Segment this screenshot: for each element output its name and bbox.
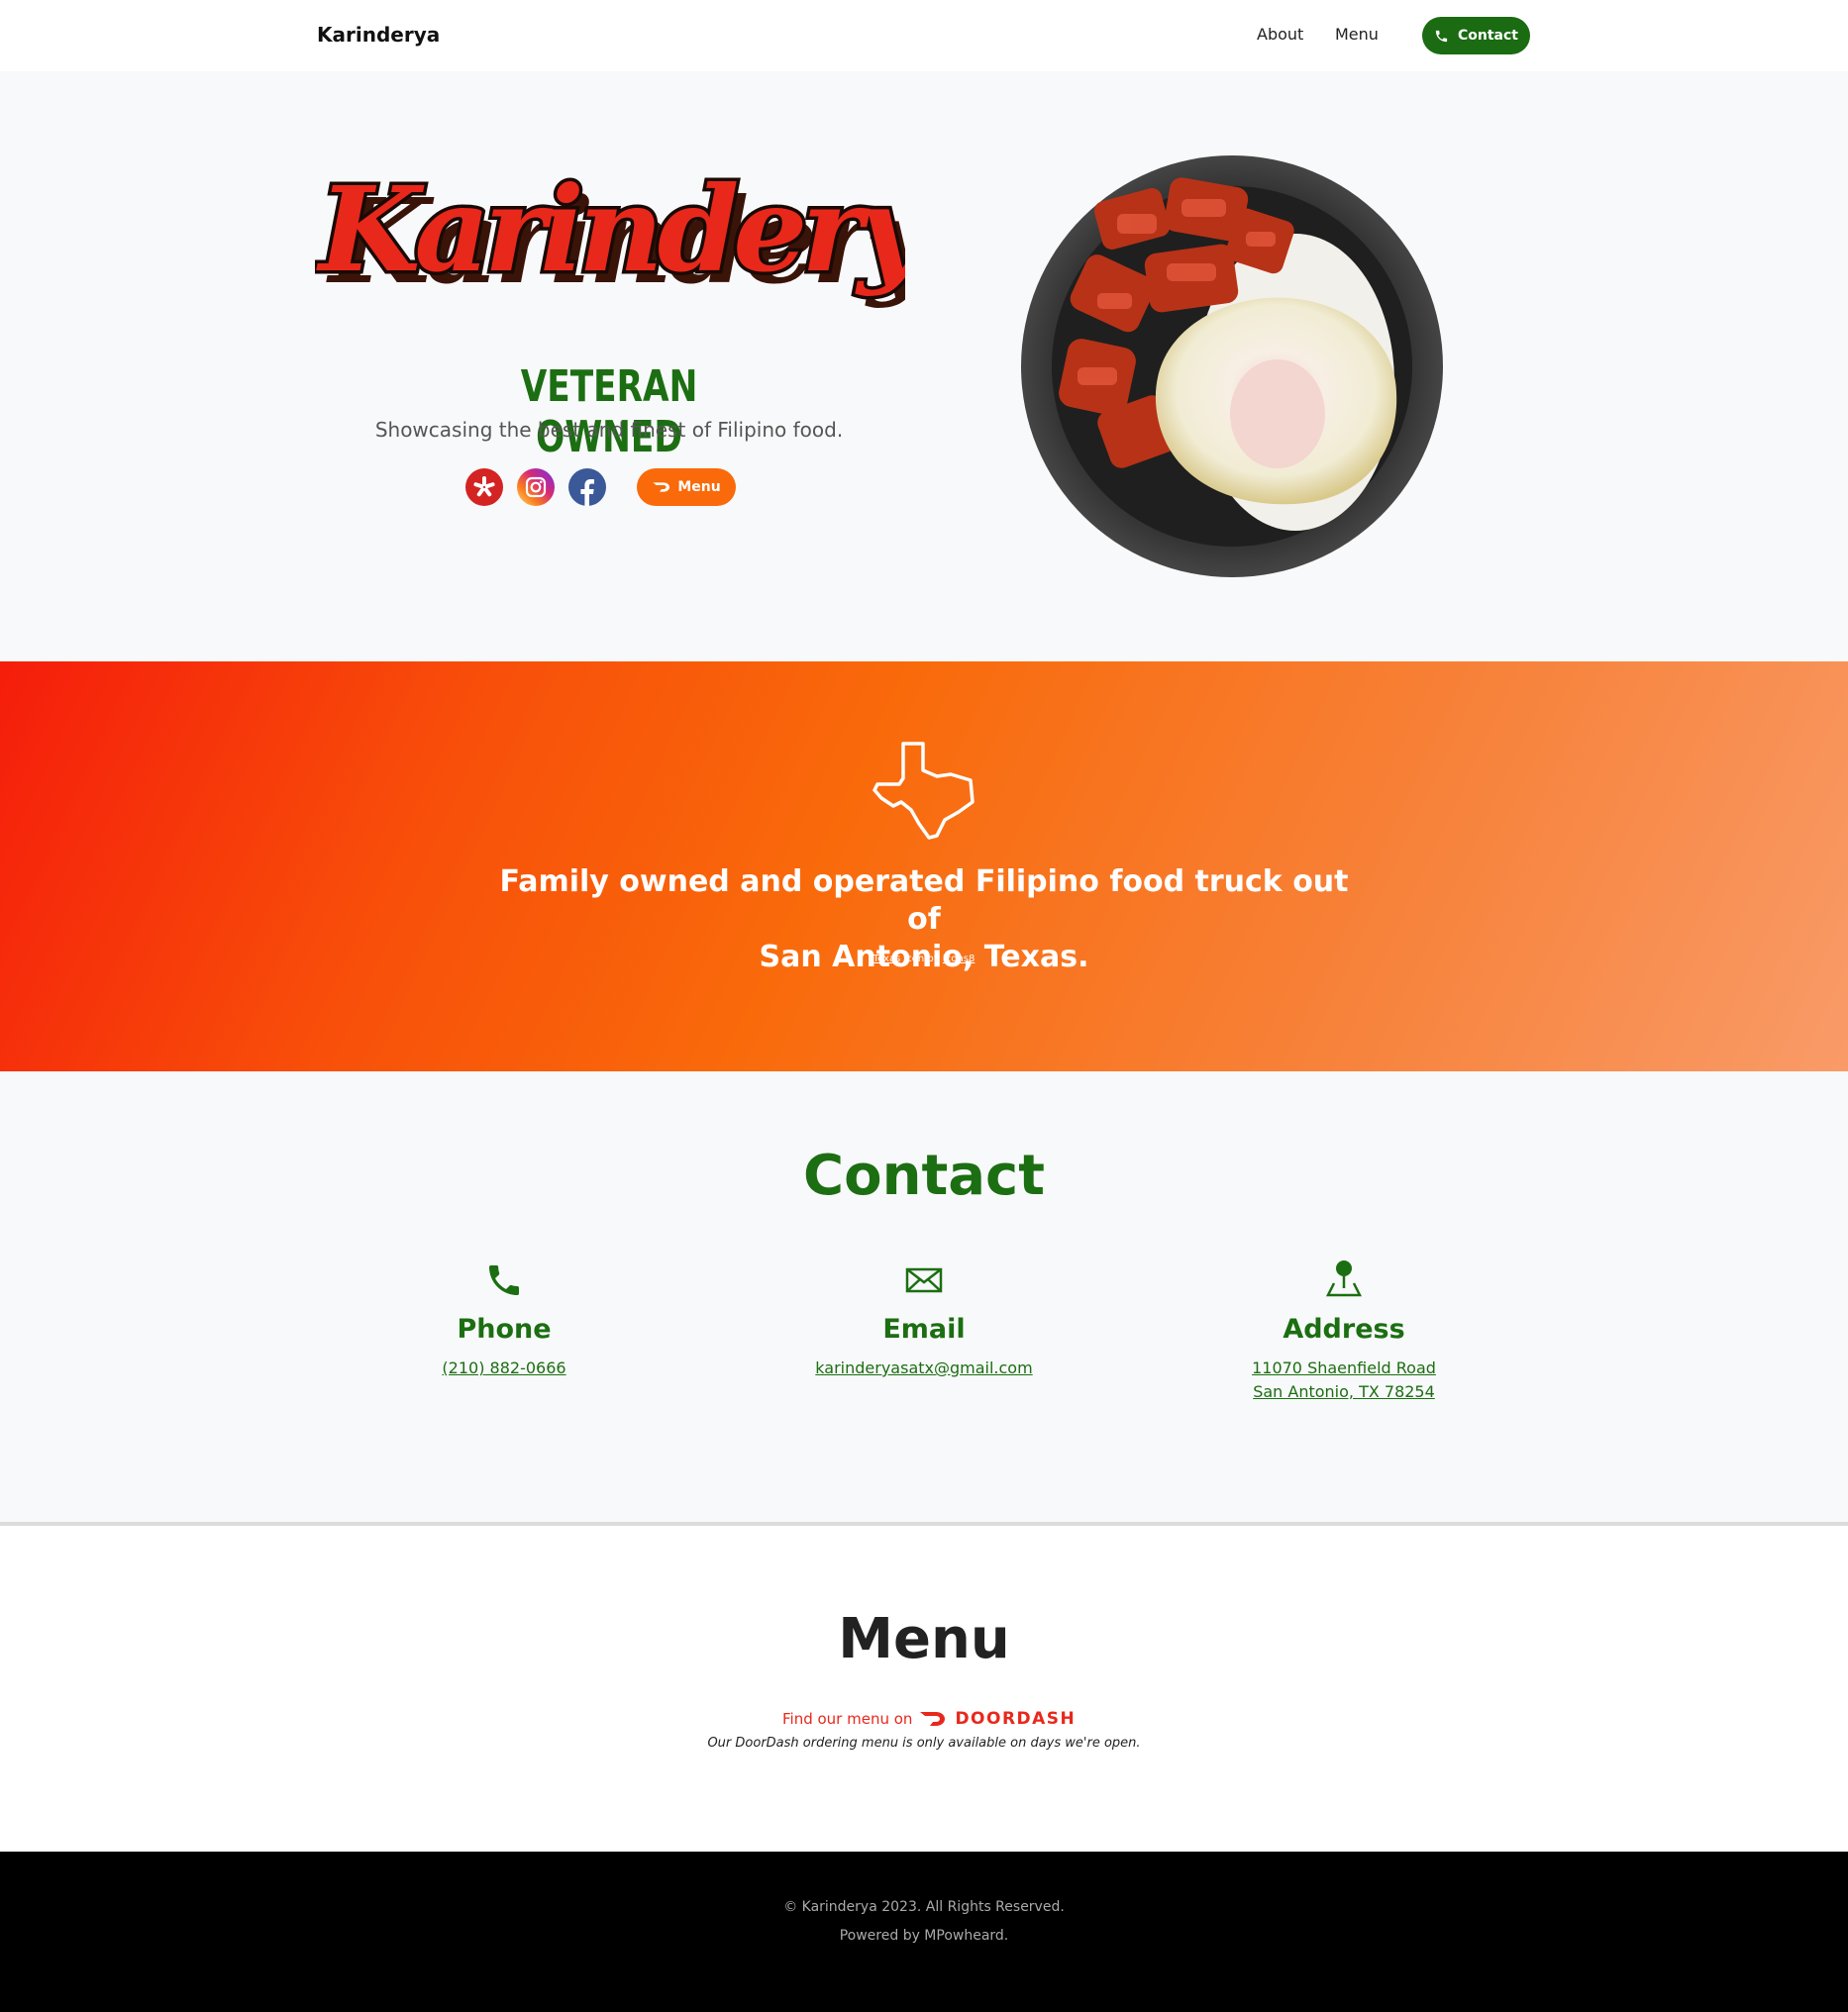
footer-powered-by: Powered by MPowheard. <box>839 1928 1009 1944</box>
hero-section <box>0 71 1848 661</box>
doordash-icon <box>920 1712 946 1726</box>
credit-middle-text: icon by <box>900 954 943 964</box>
food-bowl-image <box>1021 155 1443 577</box>
brand-link[interactable]: Karinderya <box>317 23 440 47</box>
address-link[interactable]: 11070 Shaenfield Road San Antonio, TX 78… <box>1166 1357 1522 1404</box>
facebook-icon[interactable] <box>568 468 606 506</box>
texas-icon <box>873 742 975 840</box>
hero-menu-button[interactable]: Menu <box>637 468 736 506</box>
menu-section <box>0 1526 1848 1852</box>
navbar: Karinderya About Menu Contact <box>0 0 1848 71</box>
envelope-icon <box>905 1267 943 1293</box>
doordash-menu-link[interactable]: Find our menu on DOORDASH <box>782 1707 1076 1731</box>
hero-tagline: Showcasing the best and finest of Filipi… <box>374 418 844 442</box>
icon-credit: Texas icon by Icons8 <box>772 954 1076 964</box>
map-pin-icon <box>1325 1260 1363 1297</box>
phone-icon <box>1435 30 1448 42</box>
contact-button[interactable]: Contact <box>1422 17 1530 54</box>
address-line-1: 11070 Shaenfield Road <box>1252 1358 1436 1377</box>
nav-about-link[interactable]: About <box>1257 25 1303 44</box>
phone-heading: Phone <box>457 1314 552 1345</box>
address-heading: Address <box>1283 1314 1405 1345</box>
find-text: Find our menu on <box>782 1710 913 1728</box>
nav-menu-link[interactable]: Menu <box>1335 25 1379 44</box>
address-line-2: San Antonio, TX 78254 <box>1253 1382 1435 1401</box>
texas-credit-link[interactable]: Texas <box>873 954 901 964</box>
svg-text:Karinderya: Karinderya <box>316 160 905 298</box>
instagram-icon[interactable] <box>517 468 555 506</box>
doordash-logo: DOORDASH <box>918 1709 1076 1729</box>
phone-link[interactable]: (210) 882-0666 <box>326 1357 682 1380</box>
veteran-owned-heading: VETERAN OWNED <box>520 361 698 462</box>
doordash-icon <box>653 482 670 492</box>
menu-title: Menu <box>838 1607 1010 1671</box>
yelp-icon[interactable] <box>465 468 503 506</box>
banner-line-1: Family owned and operated Filipino food … <box>499 864 1349 937</box>
doordash-wordmark: DOORDASH <box>955 1709 1077 1729</box>
icons8-credit-link[interactable]: Icons8 <box>943 954 975 964</box>
phone-icon <box>489 1265 519 1295</box>
email-heading: Email <box>882 1314 966 1345</box>
karinderya-logo: Karinderya Karinderya <box>315 157 905 311</box>
contact-button-label: Contact <box>1458 28 1518 44</box>
email-link[interactable]: karinderyasatx@gmail.com <box>746 1357 1102 1380</box>
footer-copyright: © Karinderya 2023. All Rights Reserved. <box>783 1899 1065 1915</box>
contact-title: Contact <box>803 1144 1045 1208</box>
doordash-note: Our DoorDash ordering menu is only avail… <box>707 1736 1141 1751</box>
hero-menu-button-label: Menu <box>677 479 721 495</box>
